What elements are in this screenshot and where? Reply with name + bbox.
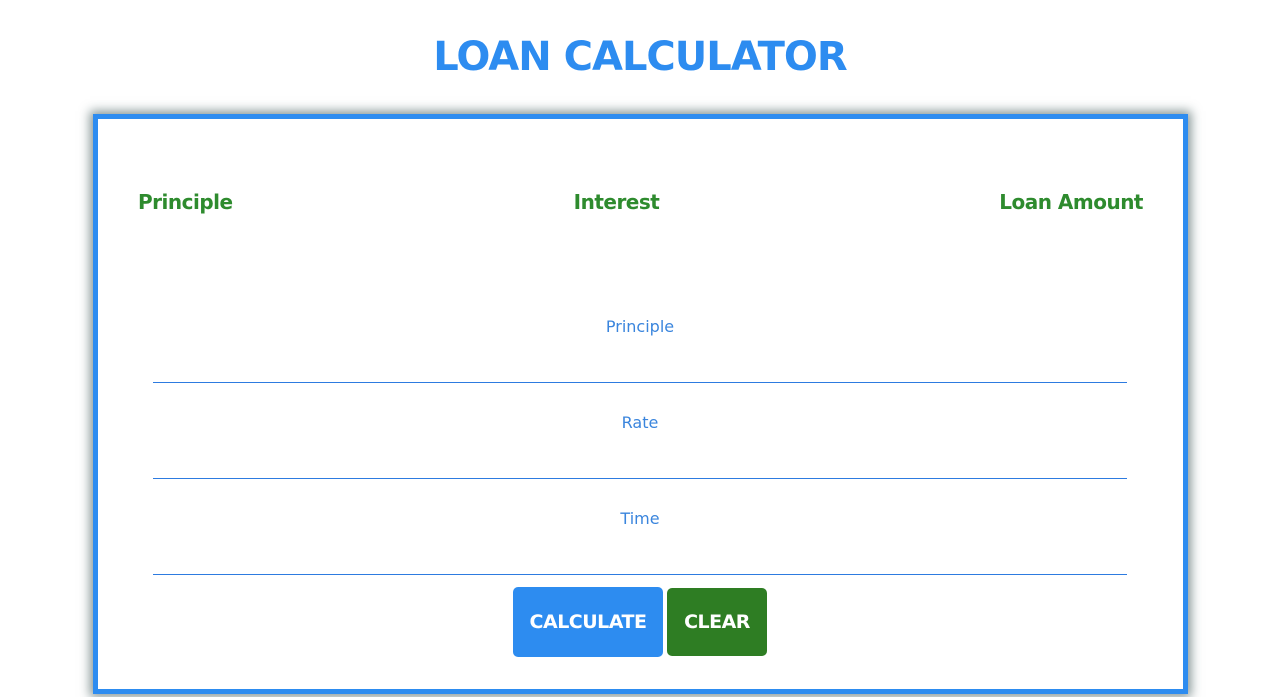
time-field: Time [153, 509, 1127, 579]
clear-button[interactable]: CLEAR [667, 588, 767, 656]
rate-field: Rate [153, 413, 1127, 483]
rate-input[interactable] [153, 441, 1127, 479]
page-title: LOAN CALCULATOR [433, 34, 847, 80]
rate-label: Rate [621, 413, 659, 432]
summary-interest-label: Interest [573, 190, 660, 214]
time-input[interactable] [153, 537, 1127, 575]
summary-loan-amount-label: Loan Amount [999, 190, 1143, 214]
principle-label: Principle [605, 317, 675, 336]
principle-field: Principle [153, 317, 1127, 387]
time-label: Time [620, 509, 660, 528]
principle-input[interactable] [153, 345, 1127, 383]
calculator-card: Principle Interest Loan Amount Principle… [93, 114, 1188, 694]
calculate-button[interactable]: CALCULATE [513, 587, 663, 657]
